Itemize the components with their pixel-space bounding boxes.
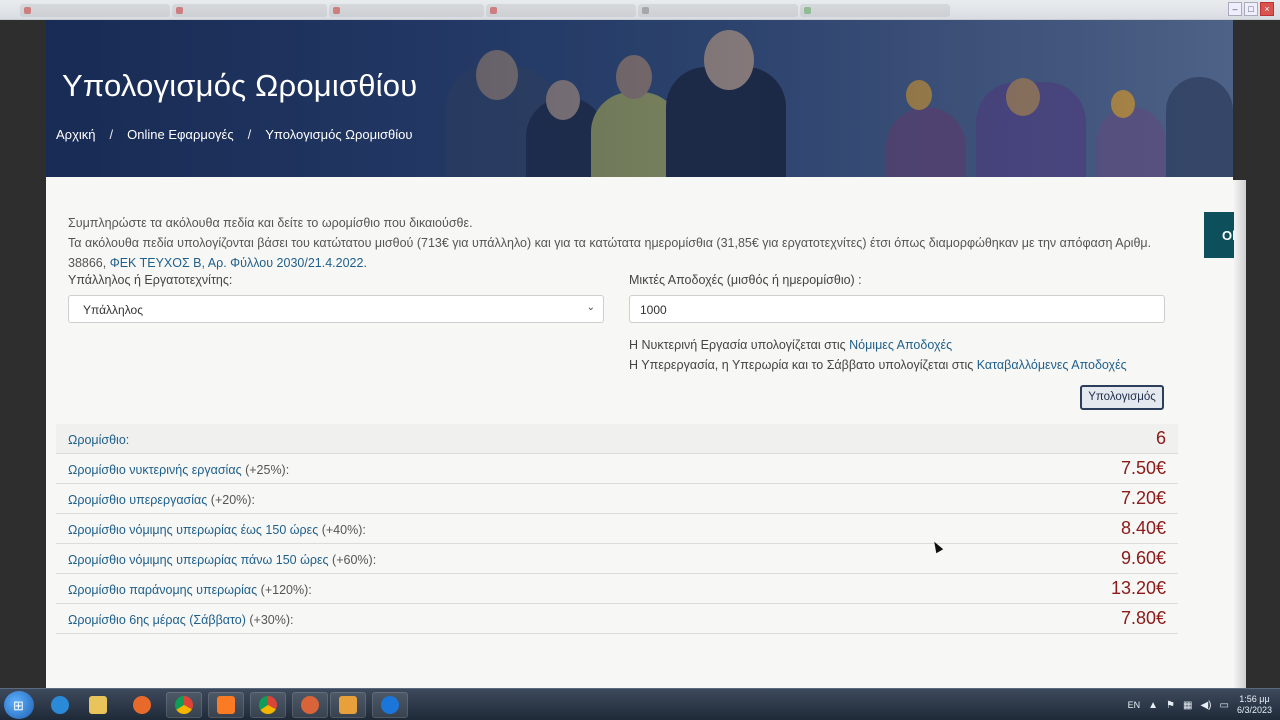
result-row: Ωρομίσθιο νυκτερινής εργασίας (+25%): 7.… [56, 454, 1178, 484]
breadcrumb-online-apps-link[interactable]: Online Εφαρμογές [127, 127, 233, 142]
chrome-icon [175, 696, 193, 714]
display-icon[interactable]: ▭ [1220, 700, 1229, 711]
result-label: Ωρομίσθιο υπερεργασίας (+20%): [68, 493, 255, 507]
firefox-taskbar-button[interactable] [124, 692, 160, 718]
result-label: Ωρομίσθιο νυκτερινής εργασίας (+25%): [68, 463, 290, 477]
teamviewer-taskbar-button[interactable] [372, 692, 408, 718]
web-page: Υπολογισμός Ωρομισθίου Αρχική / Online Ε… [46, 20, 1233, 688]
flag-icon[interactable]: ⚑ [1166, 700, 1175, 711]
page-title: Υπολογισμός Ωρομισθίου [62, 68, 418, 103]
close-button[interactable]: × [1260, 2, 1274, 16]
clock-date: 6/3/2023 [1236, 705, 1272, 715]
overtime-note: Η Υπερεργασία, η Υπερωρία και το Σάββατο… [629, 358, 1127, 372]
night-work-note: Η Νυκτερινή Εργασία υπολογίζεται στις Νό… [629, 338, 952, 352]
salary-value: 1000 [640, 303, 667, 317]
chrome-taskbar-button[interactable] [166, 692, 202, 718]
folder-icon [89, 696, 107, 714]
salary-input[interactable]: 1000 [629, 295, 1165, 323]
window-controls: – □ × [1228, 2, 1274, 16]
employee-type-value: Υπάλληλος [83, 303, 143, 317]
fek-link[interactable]: ΦΕΚ ΤΕΥΧΟΣ Β, Αρ. Φύλλου 2030/21.4.2022. [110, 256, 367, 270]
minimize-button[interactable]: – [1228, 2, 1242, 16]
result-value: 9.60€ [1120, 548, 1166, 568]
chrome-icon [259, 696, 277, 714]
taskbar: ⊞ EN ▲ ⚑ ▦ ◀) ▭ 1:56 μμ 6/3/2023 [0, 688, 1280, 720]
windows-logo-icon: ⊞ [13, 698, 24, 713]
breadcrumb-separator: / [247, 127, 252, 142]
system-tray: EN ▲ ⚑ ▦ ◀) ▭ 1:56 μμ 6/3/2023 [1128, 693, 1272, 717]
breadcrumb-current: Υπολογισμός Ωρομισθίου [265, 127, 413, 142]
browser-tab[interactable] [800, 4, 950, 17]
browser-tab-strip: – □ × [0, 0, 1280, 20]
volume-icon[interactable]: ◀) [1200, 700, 1211, 711]
intro-line-1: Συμπληρώστε τα ακόλουθα πεδία και δείτε … [68, 216, 473, 230]
result-row: Ωρομίσθιο νόμιμης υπερωρίας πάνω 150 ώρε… [56, 544, 1178, 574]
browser-tab[interactable] [329, 4, 484, 17]
salary-label: Μικτές Αποδοχές (μισθός ή ημερομίσθιο) : [629, 273, 862, 287]
show-hidden-icons-icon[interactable]: ▲ [1148, 700, 1158, 711]
result-row: Ωρομίσθιο παράνομης υπερωρίας (+120%): 1… [56, 574, 1178, 604]
result-label: Ωρομίσθιο 6ης μέρας (Σάββατο) (+30%): [68, 613, 294, 627]
overtime-note-text: Η Υπερεργασία, η Υπερωρία και το Σάββατο… [629, 358, 974, 372]
result-label: Ωρομίσθιο: [68, 433, 130, 447]
network-icon[interactable]: ▦ [1183, 700, 1192, 711]
breadcrumb-home-link[interactable]: Αρχική [56, 127, 96, 142]
result-value: 8.40€ [1120, 518, 1166, 538]
eye-icon [301, 696, 319, 714]
browser-tab[interactable] [172, 4, 327, 17]
result-row: Ωρομίσθιο νόμιμης υπερωρίας έως 150 ώρες… [56, 514, 1178, 544]
side-tab[interactable]: Ol [1204, 212, 1234, 258]
clock-time: 1:56 μμ [1239, 694, 1270, 704]
xampp-taskbar-button[interactable] [208, 692, 244, 718]
results-table: Ωρομίσθιο: 6 Ωρομίσθιο νυκτερινής εργασί… [56, 424, 1178, 634]
legal-earnings-link[interactable]: Νόμιμες Αποδοχές [849, 338, 952, 352]
firefox-icon [133, 696, 151, 714]
maximize-button[interactable]: □ [1244, 2, 1258, 16]
browser-tab[interactable] [20, 4, 170, 17]
result-label: Ωρομίσθιο παράνομης υπερωρίας (+120%): [68, 583, 312, 597]
ie-taskbar-button[interactable] [42, 692, 78, 718]
media-taskbar-button[interactable] [330, 692, 366, 718]
result-value: 7.50€ [1120, 458, 1166, 478]
intro-line-2: Τα ακόλουθα πεδία υπολογίζονται βάσει το… [68, 233, 1168, 273]
intro-text: Συμπληρώστε τα ακόλουθα πεδία και δείτε … [68, 213, 1168, 273]
language-indicator[interactable]: EN [1128, 700, 1141, 710]
app-taskbar-button[interactable] [292, 692, 328, 718]
result-row: Ωρομίσθιο: 6 [56, 424, 1178, 454]
chevron-down-icon: ⌄ [586, 302, 595, 313]
breadcrumb-separator: / [109, 127, 114, 142]
chrome-taskbar-button-2[interactable] [250, 692, 286, 718]
teamviewer-icon [381, 696, 399, 714]
start-button[interactable]: ⊞ [4, 691, 34, 719]
result-row: Ωρομίσθιο 6ης μέρας (Σάββατο) (+30%): 7.… [56, 604, 1178, 634]
explorer-taskbar-button[interactable] [80, 692, 116, 718]
result-label: Ωρομίσθιο νόμιμης υπερωρίας έως 150 ώρες… [68, 523, 366, 537]
breadcrumb: Αρχική / Online Εφαρμογές / Υπολογισμός … [56, 127, 412, 142]
employee-type-label: Υπάλληλος ή Εργατοτεχνίτης: [68, 273, 233, 287]
calculate-button[interactable]: Υπολογισμός [1080, 385, 1164, 410]
browser-tab[interactable] [638, 4, 798, 17]
result-value: 6 [1155, 428, 1166, 448]
result-value: 7.80€ [1120, 608, 1166, 628]
window-frame-left [0, 20, 46, 688]
result-label: Ωρομίσθιο νόμιμης υπερωρίας πάνω 150 ώρε… [68, 553, 377, 567]
ie-icon [51, 696, 69, 714]
media-player-icon [339, 696, 357, 714]
result-row: Ωρομίσθιο υπερεργασίας (+20%): 7.20€ [56, 484, 1178, 514]
browser-tab[interactable] [486, 4, 636, 17]
side-panel-shadow [1232, 180, 1246, 688]
clock[interactable]: 1:56 μμ 6/3/2023 [1237, 694, 1272, 716]
employee-type-select[interactable]: Υπάλληλος ⌄ [68, 295, 604, 323]
night-work-note-text: Η Νυκτερινή Εργασία υπολογίζεται στις [629, 338, 846, 352]
result-value: 13.20€ [1110, 578, 1166, 598]
paid-earnings-link[interactable]: Καταβαλλόμενες Αποδοχές [977, 358, 1127, 372]
xampp-icon [217, 696, 235, 714]
result-value: 7.20€ [1120, 488, 1166, 508]
hero-banner: Υπολογισμός Ωρομισθίου Αρχική / Online Ε… [46, 20, 1233, 177]
